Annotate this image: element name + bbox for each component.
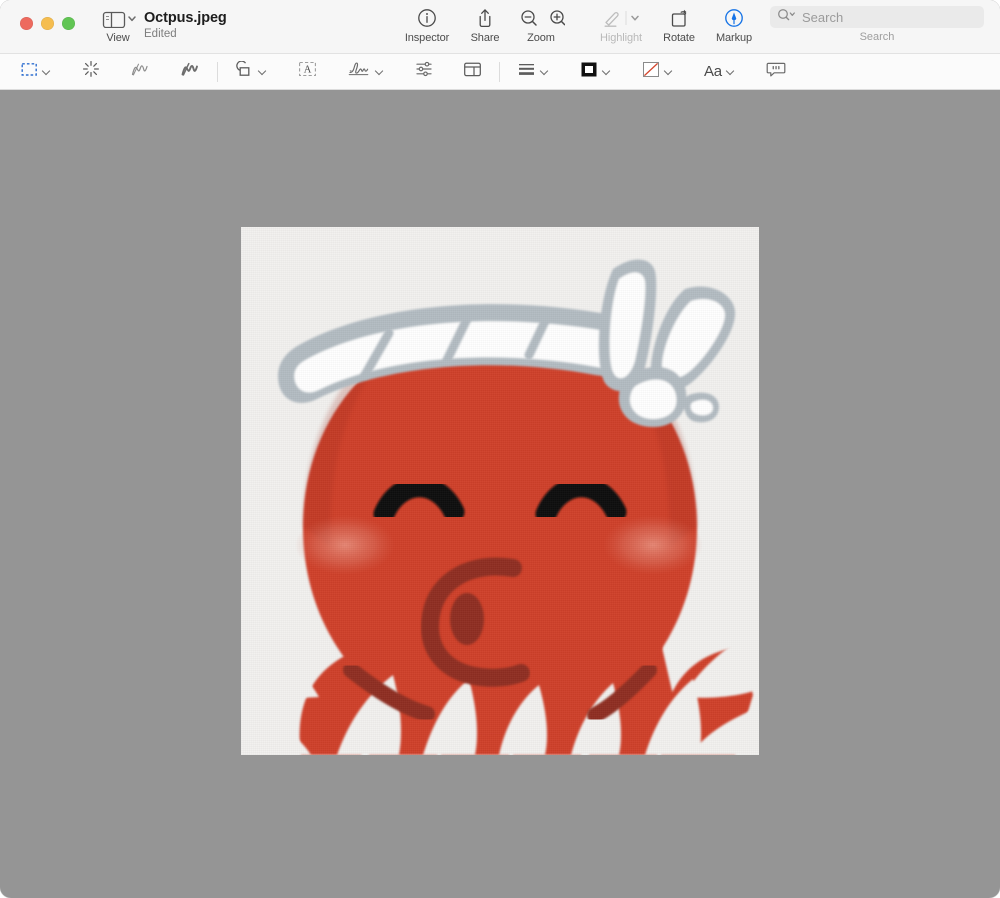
svg-text:A: A <box>304 65 312 76</box>
share-toolbar-label: Share <box>470 32 500 44</box>
shapes-tool-button[interactable] <box>228 59 275 85</box>
markup-pen-circle-icon <box>723 6 745 30</box>
toolbar-divider <box>499 61 500 82</box>
traffic-light-group <box>20 17 75 30</box>
border-color-swatch-icon <box>580 61 598 83</box>
view-toolbar-label: View <box>106 32 130 44</box>
highlighter-pen-icon <box>598 6 644 30</box>
octopus-illustration[interactable] <box>241 227 759 755</box>
markup-toolbar: A x Aa <box>0 54 1000 90</box>
document-canvas[interactable] <box>0 90 1000 898</box>
annotate-tool-button[interactable] <box>759 59 793 85</box>
sketch-tool-button[interactable] <box>123 59 157 85</box>
signature-tool-button[interactable]: x <box>340 59 392 85</box>
sketch-squiggle-icon <box>130 60 150 83</box>
shape-style-tool-button[interactable] <box>510 59 557 85</box>
window-titlebar: View Octpus.jpeg Edited Inspector Share … <box>0 0 1000 54</box>
adjust-size-tool-button[interactable] <box>456 59 489 85</box>
svg-text:x: x <box>349 68 352 74</box>
dashed-rectangle-icon <box>21 62 38 82</box>
zoom-toolbar-button[interactable]: Zoom <box>508 6 574 44</box>
inspector-toolbar-button[interactable]: Inspector <box>394 6 460 44</box>
border-color-tool-button[interactable] <box>573 59 619 85</box>
line-weight-icon <box>517 61 536 82</box>
search-input-placeholder[interactable]: Search <box>802 10 843 25</box>
close-window-button[interactable] <box>20 17 33 30</box>
instant-alpha-icon <box>82 60 100 83</box>
font-aa-icon: Aa <box>704 63 722 80</box>
toolbar-divider <box>217 61 218 82</box>
zoom-out-in-icon <box>517 6 565 30</box>
page-title: Octpus.jpeg <box>144 10 227 26</box>
draw-squiggle-icon <box>180 60 200 83</box>
chevron-down-icon[interactable] <box>43 67 52 76</box>
markup-toolbar-label: Markup <box>715 32 753 44</box>
search-area: Search Search <box>770 6 984 43</box>
inspector-toolbar-label: Inspector <box>404 32 450 44</box>
share-icon <box>474 6 496 30</box>
chevron-down-icon[interactable] <box>541 67 550 76</box>
crop-frame-icon <box>463 61 482 83</box>
sidebar-icon <box>100 6 136 30</box>
document-edited-status: Edited <box>144 28 177 40</box>
info-circle-icon <box>416 6 438 30</box>
chevron-down-icon[interactable] <box>665 67 674 76</box>
markup-toolbar-button[interactable]: Markup <box>701 6 767 44</box>
search-magnifier-icon <box>777 8 797 26</box>
chevron-down-icon[interactable] <box>376 67 385 76</box>
rotate-toolbar-label: Rotate <box>663 32 695 44</box>
highlight-toolbar-label: Highlight <box>600 32 642 44</box>
maximize-window-button[interactable] <box>62 17 75 30</box>
instant-alpha-tool-button[interactable] <box>75 59 107 85</box>
document-title-block: Octpus.jpeg Edited <box>144 10 227 40</box>
zoom-toolbar-label: Zoom <box>527 32 555 44</box>
chevron-down-icon[interactable] <box>727 67 736 76</box>
sliders-icon <box>415 60 433 83</box>
draw-tool-button[interactable] <box>173 59 207 85</box>
chevron-down-icon[interactable] <box>603 67 612 76</box>
text-box-a-icon: A <box>298 61 317 82</box>
fill-color-swatch-icon <box>642 61 660 83</box>
shapes-icon <box>235 59 254 83</box>
adjust-color-tool-button[interactable] <box>408 59 440 85</box>
speech-bubble-icon <box>766 61 786 83</box>
rotate-icon <box>667 6 691 30</box>
search-field[interactable]: Search <box>770 6 984 28</box>
chevron-down-icon[interactable] <box>259 67 268 76</box>
search-toolbar-label: Search <box>859 31 895 43</box>
fill-color-tool-button[interactable] <box>635 59 681 85</box>
text-tool-button[interactable]: A <box>291 59 324 85</box>
preview-window: View Octpus.jpeg Edited Inspector Share … <box>0 0 1000 898</box>
signature-icon: x <box>347 60 371 83</box>
text-style-tool-button[interactable]: Aa <box>697 59 743 85</box>
minimize-window-button[interactable] <box>41 17 54 30</box>
view-toolbar-button[interactable]: View <box>85 6 151 44</box>
selection-tool-button[interactable] <box>14 59 59 85</box>
